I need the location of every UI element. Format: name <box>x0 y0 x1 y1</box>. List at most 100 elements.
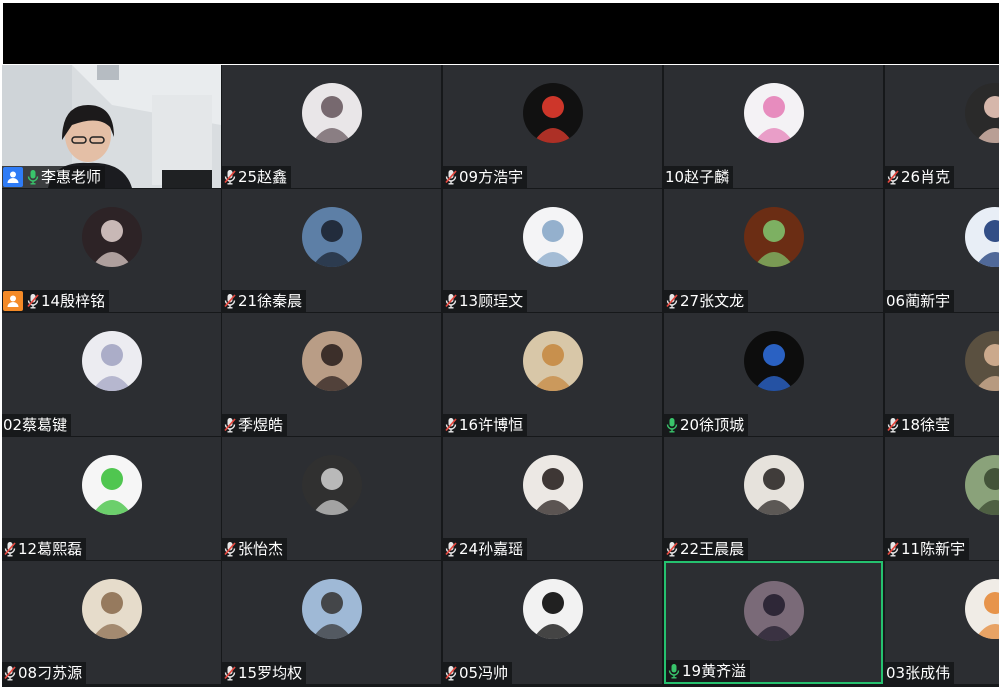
participant-tile[interactable]: 02蔡葛键 <box>2 313 221 436</box>
participant-name: 18徐莹 <box>901 416 951 434</box>
participant-nameplate: 10赵子麟 <box>664 166 734 188</box>
participant-tile[interactable]: 13顾珵文 <box>443 189 662 312</box>
participant-nameplate: 20徐顶城 <box>664 414 749 436</box>
participant-nameplate: 14殷梓铭 <box>2 290 110 312</box>
participant-name: 24孙嘉瑶 <box>459 540 524 558</box>
avatar <box>81 455 142 515</box>
participant-tile[interactable]: 24孙嘉瑶 <box>443 437 662 560</box>
participant-tile[interactable]: 26肖克 <box>885 65 999 188</box>
participant-name: 10赵子麟 <box>665 168 730 186</box>
mic-muted-icon <box>445 170 457 185</box>
participant-nameplate: 张怡杰 <box>222 538 288 560</box>
participant-tile[interactable]: 25赵鑫 <box>222 65 441 188</box>
avatar <box>301 83 362 143</box>
avatar <box>522 455 583 515</box>
avatar <box>301 207 362 267</box>
participant-nameplate: 05冯帅 <box>443 662 513 684</box>
mic-muted-icon <box>224 542 236 557</box>
avatar <box>964 83 999 143</box>
participant-tile[interactable]: 11陈新宇 <box>885 437 999 560</box>
participant-tile[interactable]: 18徐莹 <box>885 313 999 436</box>
participant-grid: 李惠老师 25赵鑫 09方浩宇 10赵子麟 26肖克 14殷梓铭 21徐秦晨 13顾珵文 27张… <box>2 65 999 687</box>
participant-tile[interactable]: 16许博恒 <box>443 313 662 436</box>
participant-name: 25赵鑫 <box>238 168 288 186</box>
participant-tile[interactable]: 08刁苏源 <box>2 561 221 684</box>
participant-nameplate: 16许博恒 <box>443 414 528 436</box>
participant-tile[interactable]: 03张成伟 <box>885 561 999 684</box>
mic-on-icon <box>27 170 39 185</box>
participant-name: 21徐秦晨 <box>238 292 303 310</box>
avatar <box>743 581 804 641</box>
participant-tile[interactable]: 10赵子麟 <box>664 65 883 188</box>
participant-name: 26肖克 <box>901 168 951 186</box>
participant-tile[interactable]: 20徐顶城 <box>664 313 883 436</box>
mic-muted-icon <box>445 418 457 433</box>
participant-nameplate: 13顾珵文 <box>443 290 528 312</box>
participant-name: 27张文龙 <box>680 292 745 310</box>
mic-muted-icon <box>4 666 16 681</box>
participant-nameplate: 02蔡葛键 <box>2 414 72 436</box>
mic-muted-icon <box>445 666 457 681</box>
participant-name: 02蔡葛键 <box>3 416 68 434</box>
mic-muted-icon <box>666 294 678 309</box>
participant-name: 20徐顶城 <box>680 416 745 434</box>
participant-name: 13顾珵文 <box>459 292 524 310</box>
avatar <box>743 455 804 515</box>
participant-nameplate: 李惠老师 <box>2 166 106 188</box>
participant-tile[interactable]: 27张文龙 <box>664 189 883 312</box>
avatar <box>743 331 804 391</box>
participant-nameplate: 09方浩宇 <box>443 166 528 188</box>
participant-nameplate: 18徐莹 <box>885 414 955 436</box>
participant-tile[interactable]: 季煜皓 <box>222 313 441 436</box>
participant-name: 06蔺新宇 <box>886 292 951 310</box>
participant-name: 05冯帅 <box>459 664 509 682</box>
mic-muted-icon <box>224 170 236 185</box>
participant-name: 12葛熙磊 <box>18 540 83 558</box>
mic-muted-icon <box>887 170 899 185</box>
participant-tile[interactable]: 09方浩宇 <box>443 65 662 188</box>
mic-muted-icon <box>4 542 16 557</box>
avatar <box>81 579 142 639</box>
avatar <box>522 83 583 143</box>
participant-nameplate: 季煜皓 <box>222 414 288 436</box>
participant-nameplate: 24孙嘉瑶 <box>443 538 528 560</box>
participant-tile[interactable]: 05冯帅 <box>443 561 662 684</box>
mic-muted-icon <box>887 542 899 557</box>
participant-name: 15罗均权 <box>238 664 303 682</box>
participant-nameplate: 03张成伟 <box>885 662 955 684</box>
avatar <box>81 207 142 267</box>
participant-tile[interactable]: 李惠老师 <box>2 65 221 188</box>
avatar <box>964 455 999 515</box>
participant-nameplate: 27张文龙 <box>664 290 749 312</box>
participant-tile[interactable]: 14殷梓铭 <box>2 189 221 312</box>
participant-tile[interactable]: 06蔺新宇 <box>885 189 999 312</box>
participant-tile[interactable]: 21徐秦晨 <box>222 189 441 312</box>
participant-tile[interactable]: 22王晨晨 <box>664 437 883 560</box>
participant-tile[interactable]: 19黄齐溢 <box>664 561 883 684</box>
avatar <box>522 331 583 391</box>
participant-tile[interactable]: 15罗均权 <box>222 561 441 684</box>
avatar <box>743 83 804 143</box>
participant-tile[interactable]: 张怡杰 <box>222 437 441 560</box>
teacher-icon <box>3 167 23 187</box>
avatar <box>301 331 362 391</box>
assistant-icon <box>3 291 23 311</box>
participant-nameplate: 15罗均权 <box>222 662 307 684</box>
avatar <box>743 207 804 267</box>
mic-muted-icon <box>445 294 457 309</box>
avatar <box>522 579 583 639</box>
participant-name: 11陈新宇 <box>901 540 966 558</box>
participant-name: 09方浩宇 <box>459 168 524 186</box>
avatar <box>81 331 142 391</box>
participant-nameplate: 22王晨晨 <box>664 538 749 560</box>
participant-nameplate: 08刁苏源 <box>2 662 87 684</box>
mic-muted-icon <box>666 542 678 557</box>
avatar <box>301 579 362 639</box>
participant-tile[interactable]: 12葛熙磊 <box>2 437 221 560</box>
participant-name: 03张成伟 <box>886 664 951 682</box>
participant-name: 16许博恒 <box>459 416 524 434</box>
mic-muted-icon <box>27 294 39 309</box>
mic-muted-icon <box>887 418 899 433</box>
participant-name: 季煜皓 <box>238 416 284 434</box>
avatar <box>964 331 999 391</box>
